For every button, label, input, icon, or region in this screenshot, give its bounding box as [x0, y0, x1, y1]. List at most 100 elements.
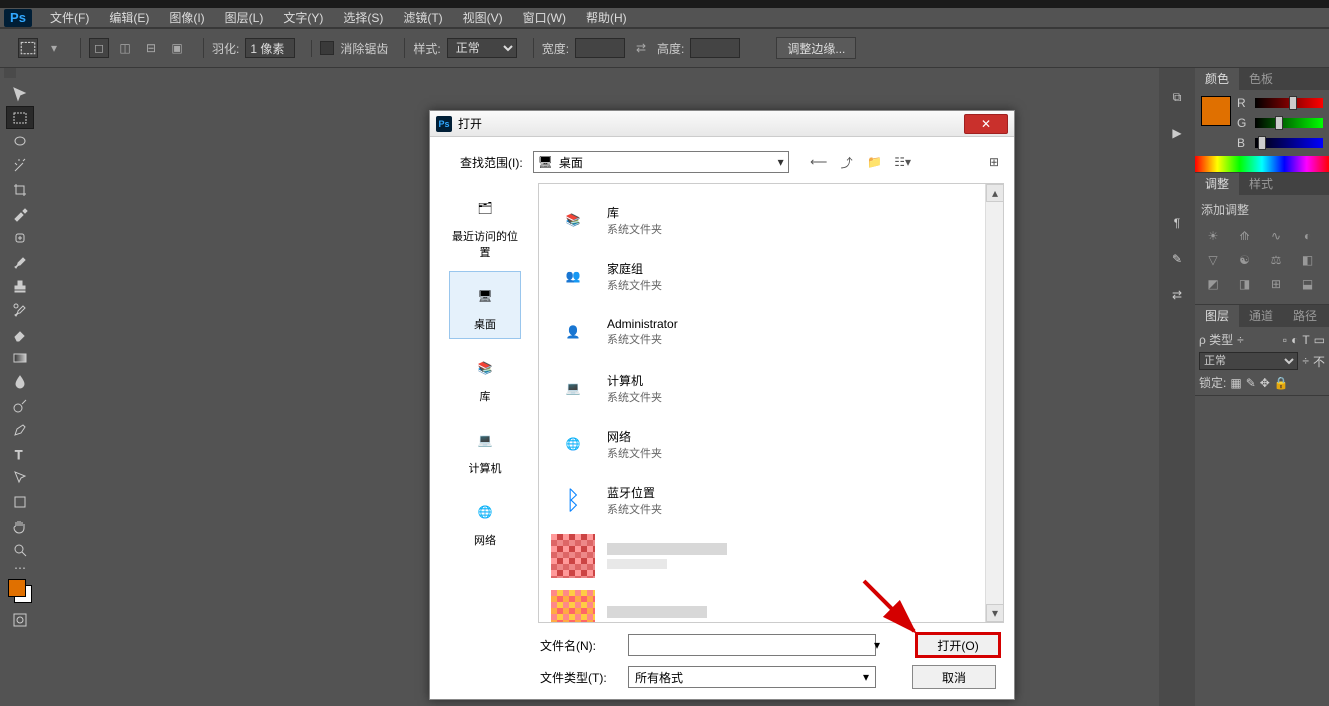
adjust-tab[interactable]: 调整 — [1195, 173, 1239, 195]
foreground-color[interactable] — [8, 579, 26, 597]
filter-adj-icon[interactable]: ◐ — [1291, 333, 1298, 347]
gradient-tool[interactable] — [6, 346, 34, 369]
zoom-tool[interactable] — [6, 538, 34, 561]
history-brush-tool[interactable] — [6, 298, 34, 321]
menu-window[interactable]: 窗口(W) — [513, 8, 576, 28]
file-item[interactable]: 👥家庭组系统文件夹 — [547, 248, 995, 304]
crop-tool[interactable] — [6, 178, 34, 201]
file-item[interactable]: 👤Administrator系统文件夹 — [547, 304, 995, 360]
view-menu-icon[interactable]: ☷▾ — [893, 152, 913, 172]
chevron-down-icon[interactable]: ÷ — [1237, 333, 1244, 347]
scroll-down-icon[interactable]: ▾ — [986, 604, 1004, 622]
swatches-tab[interactable]: 色板 — [1239, 68, 1283, 90]
preview-toggle-icon[interactable]: ⊞ — [984, 152, 1004, 172]
paths-tab[interactable]: 路径 — [1283, 305, 1327, 327]
lookin-select[interactable]: 🖥 桌面 ▾ — [533, 151, 789, 173]
filter-shape-icon[interactable]: ▭ — [1314, 333, 1325, 347]
place-desktop[interactable]: 🖥 桌面 — [449, 271, 521, 339]
brush-preset-icon[interactable]: ✎ — [1166, 248, 1188, 270]
lock-pos-icon[interactable]: ✥ — [1260, 376, 1270, 390]
filter-img-icon[interactable]: ▫ — [1283, 333, 1287, 347]
wand-tool[interactable] — [6, 154, 34, 177]
selection-new-icon[interactable]: ◻ — [89, 38, 109, 58]
g-slider[interactable] — [1255, 118, 1323, 128]
mixer-icon[interactable]: ◨ — [1233, 274, 1257, 294]
eyedropper-tool[interactable] — [6, 202, 34, 225]
char-icon[interactable]: ¶ — [1166, 212, 1188, 234]
style-select[interactable]: 正常 — [447, 38, 517, 58]
up-icon[interactable]: ⤴ — [837, 152, 857, 172]
toolbar-handle[interactable] — [4, 68, 16, 78]
color-swatch[interactable] — [8, 579, 32, 603]
hue-icon[interactable]: ☯ — [1233, 250, 1257, 270]
menu-view[interactable]: 视图(V) — [453, 8, 513, 28]
bw-icon[interactable]: ◧ — [1296, 250, 1320, 270]
file-list[interactable]: 📚库系统文件夹 👥家庭组系统文件夹 👤Administrator系统文件夹 💻计… — [538, 183, 1004, 623]
place-network[interactable]: 🌐 网络 — [449, 487, 521, 555]
shape-tool[interactable] — [6, 490, 34, 513]
ellipsis-icon[interactable]: ⋯ — [6, 562, 34, 574]
invert-icon[interactable]: ⬓ — [1296, 274, 1320, 294]
file-item[interactable]: 🌐网络系统文件夹 — [547, 416, 995, 472]
chevron-down-icon[interactable]: ▾ — [874, 638, 880, 652]
blur-tool[interactable] — [6, 370, 34, 393]
b-slider[interactable] — [1255, 138, 1323, 148]
menu-image[interactable]: 图像(I) — [159, 8, 214, 28]
menu-help[interactable]: 帮助(H) — [576, 8, 637, 28]
vibrance-icon[interactable]: ▽ — [1201, 250, 1225, 270]
antialias-checkbox[interactable] — [320, 41, 334, 55]
menu-file[interactable]: 文件(F) — [40, 8, 99, 28]
lock-trans-icon[interactable]: ▦ — [1230, 376, 1241, 390]
menu-select[interactable]: 选择(S) — [333, 8, 393, 28]
menu-filter[interactable]: 滤镜(T) — [393, 8, 452, 28]
history-icon[interactable]: ⧉ — [1166, 86, 1188, 108]
selection-intersect-icon[interactable]: ▣ — [167, 38, 187, 58]
filename-input[interactable] — [628, 634, 876, 656]
file-item[interactable] — [547, 528, 995, 584]
chevron-down-icon[interactable]: ▾ — [778, 155, 784, 169]
refine-edge-button[interactable]: 调整边缘... — [776, 37, 856, 59]
dodge-tool[interactable] — [6, 394, 34, 417]
filetype-select[interactable]: 所有格式▾ — [628, 666, 876, 688]
color-spectrum[interactable] — [1195, 156, 1329, 172]
file-item[interactable]: 💻计算机系统文件夹 — [547, 360, 995, 416]
menu-type[interactable]: 文字(Y) — [273, 8, 333, 28]
color-preview[interactable] — [1201, 96, 1231, 126]
feather-input[interactable] — [245, 38, 295, 58]
swap-icon[interactable]: ⇄ — [631, 38, 651, 58]
move-tool[interactable] — [6, 82, 34, 105]
marquee-tool[interactable] — [6, 106, 34, 129]
lookup-icon[interactable]: ⊞ — [1264, 274, 1288, 294]
hand-tool[interactable] — [6, 514, 34, 537]
file-item[interactable]: ᛒ蓝牙位置系统文件夹 — [547, 472, 995, 528]
blend-mode-select[interactable]: 正常 — [1199, 352, 1298, 370]
heal-tool[interactable] — [6, 226, 34, 249]
height-input[interactable] — [690, 38, 740, 58]
layers-tab[interactable]: 图层 — [1195, 305, 1239, 327]
chevron-down-icon[interactable]: ▾ — [44, 38, 64, 58]
brush-tool[interactable] — [6, 250, 34, 273]
path-select-tool[interactable] — [6, 466, 34, 489]
filter-type-icon[interactable]: T — [1302, 333, 1309, 347]
photo-filter-icon[interactable]: ◩ — [1201, 274, 1225, 294]
stamp-tool[interactable] — [6, 274, 34, 297]
brightness-icon[interactable]: ☀ — [1201, 226, 1225, 246]
back-icon[interactable]: ⟵ — [809, 152, 829, 172]
scrollbar[interactable]: ▴ ▾ — [985, 184, 1003, 622]
scroll-up-icon[interactable]: ▴ — [986, 184, 1004, 202]
chevron-down-icon[interactable]: ▾ — [863, 670, 869, 684]
new-folder-icon[interactable]: 📁 — [865, 152, 885, 172]
marquee-rect-icon[interactable] — [18, 38, 38, 58]
lasso-tool[interactable] — [6, 130, 34, 153]
r-slider[interactable] — [1255, 98, 1323, 108]
type-tool[interactable]: T — [6, 442, 34, 465]
width-input[interactable] — [575, 38, 625, 58]
clone-icon[interactable]: ⇄ — [1166, 284, 1188, 306]
levels-icon[interactable]: ⟰ — [1233, 226, 1257, 246]
styles-tab[interactable]: 样式 — [1239, 173, 1283, 195]
exposure-icon[interactable]: ◐ — [1296, 226, 1320, 246]
lock-paint-icon[interactable]: ✎ — [1246, 376, 1256, 390]
quickmask-tool[interactable] — [6, 608, 34, 631]
play-icon[interactable]: ▶ — [1166, 122, 1188, 144]
place-recent[interactable]: 🗂 最近访问的位置 — [449, 183, 521, 267]
